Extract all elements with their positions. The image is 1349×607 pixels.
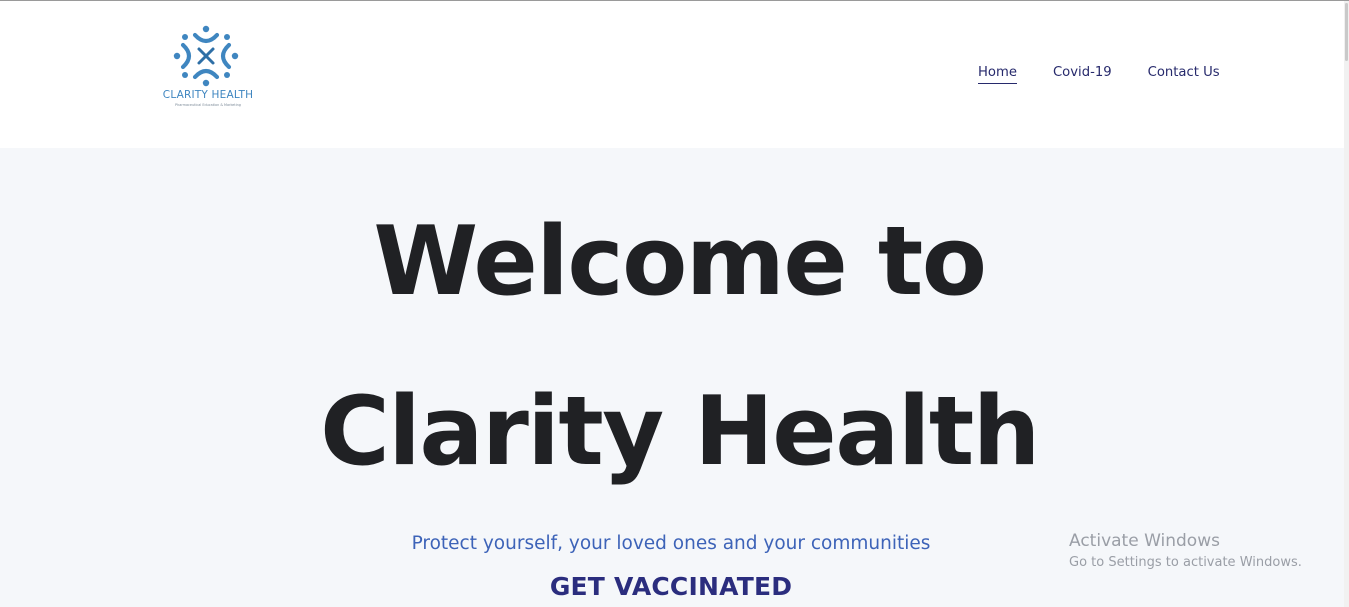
watermark-title: Activate Windows — [1069, 531, 1220, 551]
watermark-subtitle: Go to Settings to activate Windows. — [1069, 555, 1302, 570]
activate-windows-watermark: Activate Windows Go to Settings to activ… — [1069, 531, 1302, 570]
clarity-health-logo-icon — [173, 25, 239, 87]
scrollbar-thumb[interactable] — [1345, 3, 1348, 61]
hero-title-line-2: Clarity Health — [320, 377, 1040, 487]
get-vaccinated-heading: GET VACCINATED — [549, 572, 793, 601]
main-nav: Home Covid-19 Contact Us — [978, 65, 1220, 84]
nav-home-link[interactable]: Home — [978, 65, 1017, 84]
hero-title-line-1: Welcome to — [373, 207, 987, 317]
logo-tagline: Pharmaceutical Education & Marketing — [175, 103, 241, 107]
logo-brand-name: CLARITY HEALTH — [162, 89, 254, 101]
page-scrollbar[interactable] — [1344, 1, 1349, 607]
site-header: CLARITY HEALTH Pharmaceutical Education … — [0, 1, 1344, 148]
site-logo[interactable]: CLARITY HEALTH Pharmaceutical Education … — [150, 25, 266, 109]
nav-covid19-link[interactable]: Covid-19 — [1053, 65, 1112, 84]
nav-contact-us-link[interactable]: Contact Us — [1148, 65, 1220, 84]
